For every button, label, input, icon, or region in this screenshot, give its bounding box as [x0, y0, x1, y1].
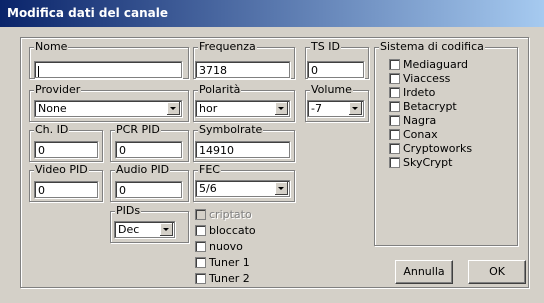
checkbox-label: SkyCrypt [403, 156, 453, 169]
frequenza-input[interactable]: 3718 [195, 61, 290, 78]
video-pid-input[interactable]: 0 [34, 181, 98, 198]
annulla-button[interactable]: Annulla [395, 260, 453, 284]
checkbox-box [389, 59, 400, 70]
polarita-value: hor [199, 102, 218, 115]
group-sistema-label: Sistema di codifica [379, 40, 485, 54]
volume-select[interactable]: -7 [307, 100, 364, 117]
checkbox-label: Cryptoworks [403, 142, 473, 155]
group-symbolrate-label: Symbolrate [198, 123, 264, 137]
fec-value: 5/6 [199, 182, 217, 195]
checkbox-box [389, 115, 400, 126]
chevron-down-icon[interactable] [275, 102, 288, 115]
group-pcr-pid-label: PCR PID [115, 123, 161, 137]
window-title: Modifica dati del canale [7, 6, 169, 20]
checkbox-box [195, 209, 206, 220]
polarita-select[interactable]: hor [195, 100, 290, 117]
ts-id-input[interactable]: 0 [307, 61, 364, 78]
checkbox-label: Viaccess [403, 72, 451, 85]
pids-value: Dec [118, 223, 140, 236]
checkbox-box [195, 241, 206, 252]
group-video-pid-label: Video PID [34, 163, 89, 177]
pcr-pid-input[interactable]: 0 [115, 141, 182, 158]
chevron-down-icon[interactable] [349, 102, 362, 115]
checkbox-label: bloccato [209, 224, 256, 237]
checkbox-box [389, 157, 400, 168]
chevron-down-icon[interactable] [167, 102, 180, 115]
pids-select[interactable]: Dec [114, 221, 175, 238]
group-nome-label: Nome [34, 40, 69, 54]
chevron-down-icon[interactable] [275, 182, 288, 195]
group-audio-pid-label: Audio PID [115, 163, 171, 177]
checkbox-box [195, 225, 206, 236]
ok-button[interactable]: OK [468, 260, 526, 284]
chevron-down-icon[interactable] [160, 223, 173, 236]
checkbox-label: nuovo [209, 240, 243, 253]
checkbox-box [195, 257, 206, 268]
checkbox-box [389, 101, 400, 112]
provider-select[interactable]: None [34, 100, 182, 117]
checkbox-label: Betacrypt [403, 100, 457, 113]
symbolrate-input[interactable]: 14910 [195, 141, 290, 158]
checkbox-label: Conax [403, 128, 438, 141]
checkbox-box [389, 73, 400, 84]
group-ts-id-label: TS ID [310, 40, 341, 54]
checkbox-box [389, 129, 400, 140]
checkbox-box [389, 87, 400, 98]
fec-select[interactable]: 5/6 [195, 180, 290, 197]
group-frequenza-label: Frequenza [198, 40, 257, 54]
ch-id-input[interactable]: 0 [34, 141, 98, 158]
group-polarita-label: Polarità [198, 83, 242, 97]
group-provider-label: Provider [34, 83, 82, 97]
checkbox-box [195, 273, 206, 284]
checkbox-label: criptato [209, 208, 252, 221]
group-ch-id-label: Ch. ID [34, 123, 70, 137]
dialog-window: Modifica dati del canale Nome Frequenza … [0, 0, 544, 303]
audio-pid-input[interactable]: 0 [115, 181, 182, 198]
text-caret [38, 65, 39, 77]
volume-value: -7 [311, 102, 322, 115]
checkbox-label: Tuner 1 [209, 256, 250, 269]
provider-value: None [38, 102, 67, 115]
group-volume-label: Volume [310, 83, 353, 97]
group-fec-label: FEC [198, 163, 221, 177]
nome-input[interactable] [34, 61, 182, 78]
checkbox-label: Tuner 2 [209, 272, 250, 285]
group-pids-label: PIDs [115, 204, 142, 218]
checkbox-box [389, 143, 400, 154]
checkbox-label: Nagra [403, 114, 437, 127]
checkbox-label: Mediaguard [403, 58, 469, 71]
title-bar[interactable]: Modifica dati del canale [0, 0, 544, 27]
checkbox-label: Irdeto [403, 86, 436, 99]
